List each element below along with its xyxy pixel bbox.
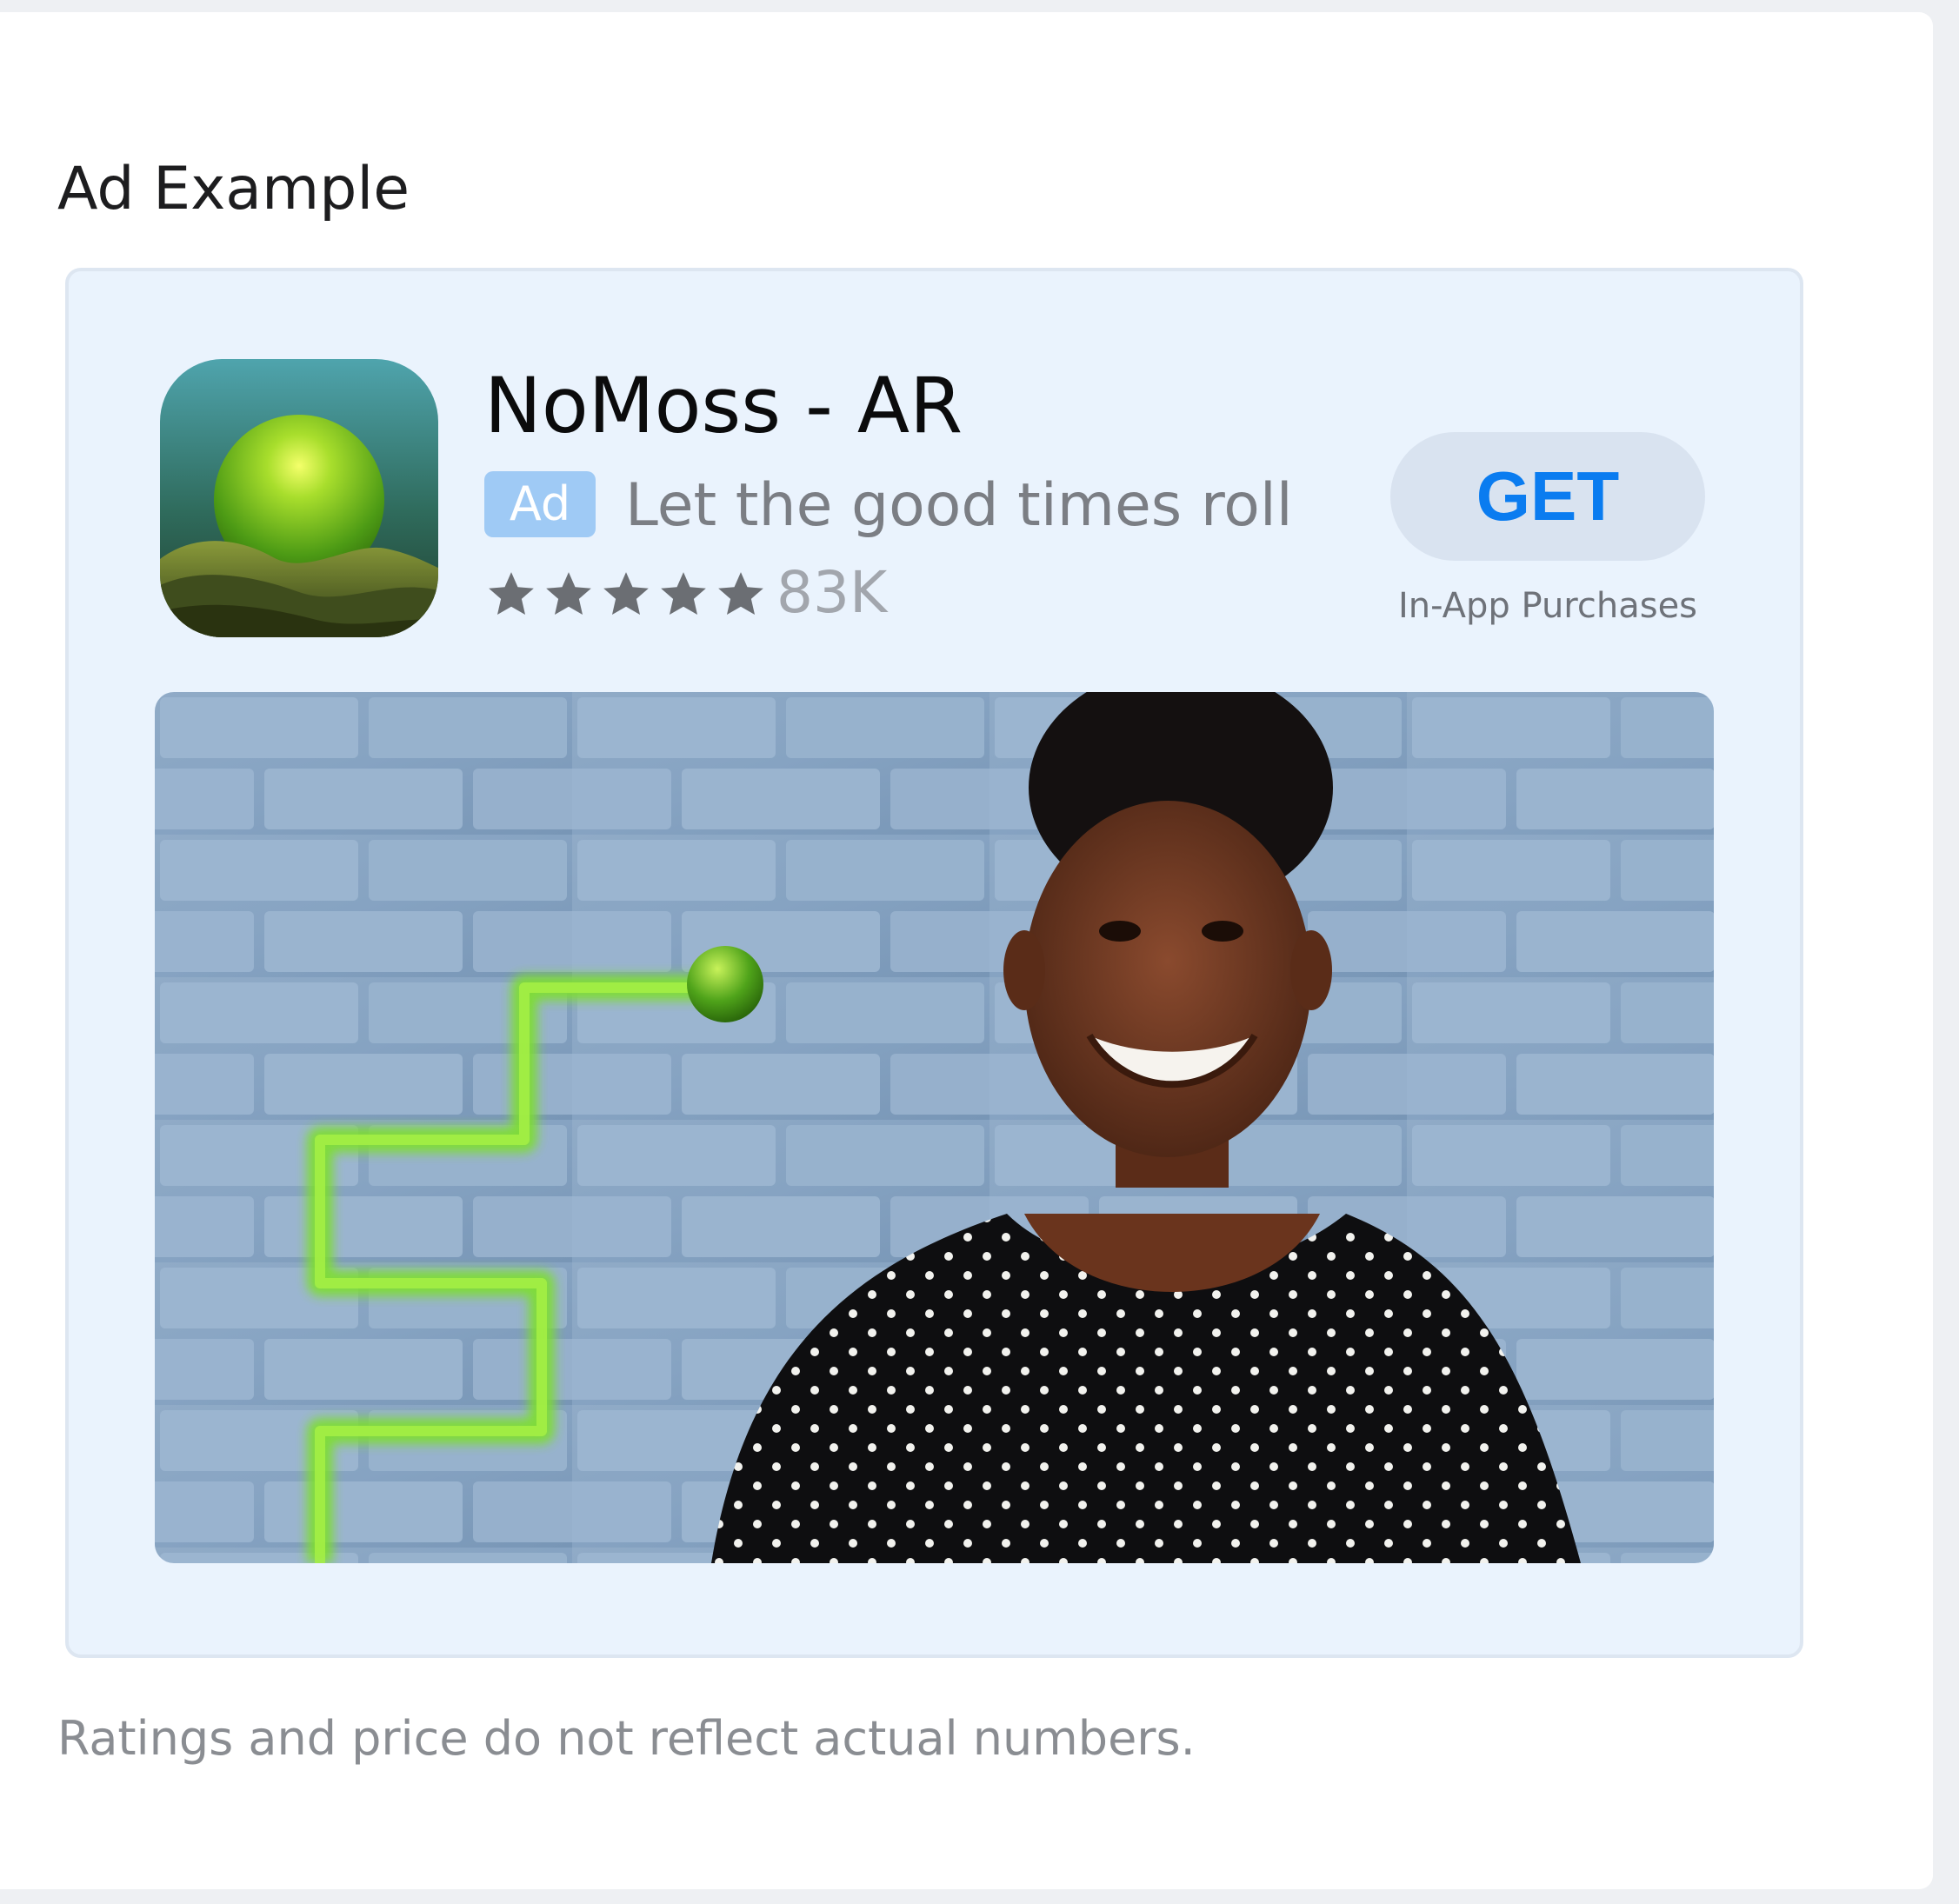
star-rating [484, 558, 771, 631]
app-icon [160, 359, 438, 637]
star-icon [489, 572, 534, 615]
get-button[interactable]: GET [1390, 432, 1705, 561]
section-title: Ad Example [57, 155, 410, 223]
app-name: NoMoss - AR [484, 361, 963, 450]
in-app-purchases-label: In-App Purchases [1397, 586, 1698, 626]
green-ball-app-icon [160, 359, 438, 637]
star-icon [546, 572, 591, 615]
woman-brick-wall-green-path-photo [155, 692, 1714, 1563]
app-subtitle: Let the good times roll [625, 471, 1293, 540]
star-icon [718, 572, 763, 615]
star-icon [661, 572, 706, 615]
ad-badge: Ad [484, 471, 596, 537]
rating-count: 83K [776, 559, 888, 626]
ad-preview-card: NoMoss - AR Ad Let the good times roll 8… [65, 268, 1803, 1658]
disclaimer-text: Ratings and price do not reflect actual … [57, 1711, 1196, 1766]
app-screenshot [155, 692, 1714, 1563]
star-icon [603, 572, 649, 615]
